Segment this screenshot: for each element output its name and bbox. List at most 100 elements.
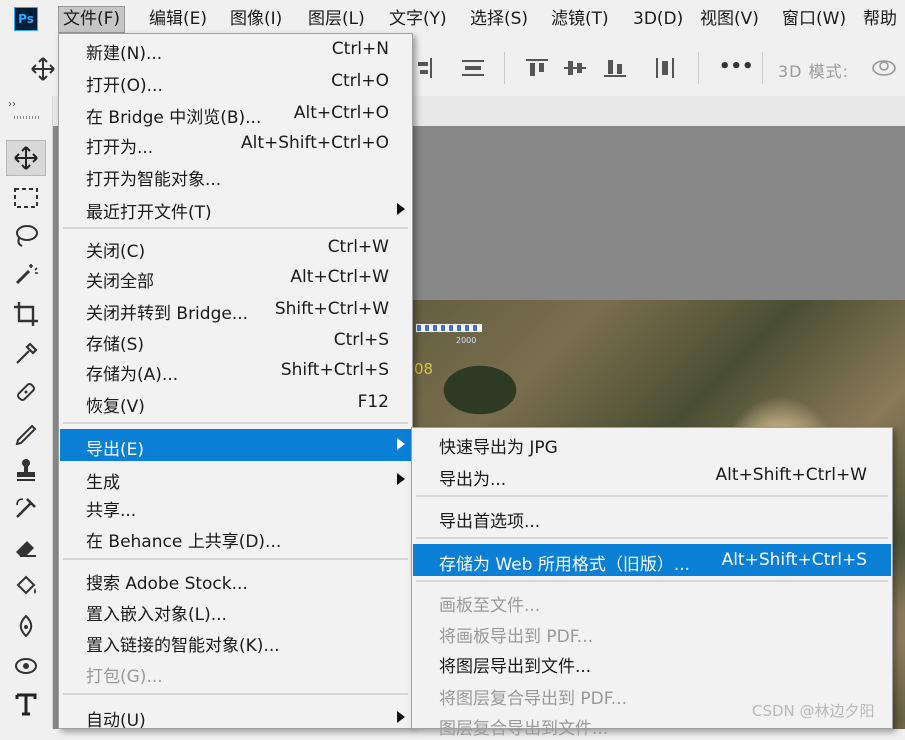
menu-item-label: 存储为 Web 所用格式（旧版）... — [439, 555, 691, 575]
menu-item-label: 导出为... — [439, 470, 507, 490]
marquee-tool[interactable] — [6, 180, 46, 216]
options-separator — [504, 52, 505, 84]
menu-item-label: 导出首选项... — [439, 512, 541, 532]
move-tool-icon[interactable] — [30, 56, 56, 82]
menu-item-label: 快速导出为 JPG — [439, 438, 558, 458]
menu-item-close[interactable]: 关闭(C) Ctrl+W — [60, 233, 411, 263]
menu-item-revert[interactable]: 恢复(V) F12 — [60, 388, 411, 418]
tools-panel: ›› — [0, 96, 53, 729]
menu-file[interactable]: 文件(F) — [58, 6, 126, 33]
menu-image[interactable]: 图像(I) — [230, 8, 282, 32]
crop-tool[interactable] — [6, 296, 46, 332]
menu-item-label: 生成 — [86, 473, 120, 493]
menu-item-label: 打包(G)... — [86, 667, 163, 687]
eraser-tool[interactable] — [6, 530, 46, 566]
menu-item-label: 自动(U) — [86, 711, 146, 731]
distribute-horizontal-icon[interactable] — [652, 58, 678, 78]
menu-view[interactable]: 视图(V) — [700, 8, 759, 32]
eyedropper-tool[interactable] — [6, 336, 46, 372]
menu-item-share-behance[interactable]: 在 Behance 上共享(D)... — [60, 523, 411, 553]
menu-item-browse-bridge[interactable]: 在 Bridge 中浏览(B)... Alt+Ctrl+O — [60, 99, 411, 129]
paint-bucket-tool[interactable] — [6, 568, 46, 604]
menu-separator — [63, 558, 408, 560]
menu-help[interactable]: 帮助 — [863, 8, 897, 32]
more-options-button[interactable]: ••• — [719, 56, 754, 77]
align-right-edges-icon[interactable] — [416, 58, 442, 78]
submenu-item-export-preferences[interactable]: 导出首选项... — [413, 503, 891, 533]
menu-item-automate[interactable]: 自动(U) — [60, 702, 411, 732]
menu-item-export[interactable]: 导出(E) — [60, 429, 411, 461]
menu-item-save-as[interactable]: 存储为(A)... Shift+Ctrl+S — [60, 356, 411, 386]
map-number-label: 08 — [414, 360, 434, 378]
pen-nib-icon — [19, 614, 33, 638]
menu-item-share[interactable]: 共享... — [60, 492, 411, 522]
menu-select[interactable]: 选择(S) — [470, 8, 528, 32]
menu-item-label: 新建(N)... — [86, 44, 163, 64]
magic-wand-icon — [15, 264, 38, 285]
bandage-icon — [17, 383, 35, 401]
menu-item-shortcut: Ctrl+S — [333, 330, 389, 350]
align-bottom-edges-icon[interactable] — [460, 58, 486, 78]
menu-item-open-smart-object[interactable]: 打开为智能对象... — [60, 161, 411, 191]
menu-item-label: 关闭全部 — [86, 272, 154, 292]
menu-item-close-go-bridge[interactable]: 关闭并转到 Bridge... Shift+Ctrl+W — [60, 295, 411, 325]
stamp-icon — [17, 459, 35, 481]
type-tool[interactable] — [6, 686, 46, 722]
submenu-item-artboards-to-files[interactable]: 画板至文件... — [413, 587, 891, 617]
menu-layer[interactable]: 图层(L) — [308, 8, 365, 32]
3d-orbit-icon[interactable] — [870, 56, 900, 80]
menu-item-close-all[interactable]: 关闭全部 Alt+Ctrl+W — [60, 263, 411, 293]
menu-item-label: 在 Bridge 中浏览(B)... — [86, 108, 262, 128]
menu-item-label: 将画板导出到 PDF... — [439, 627, 594, 647]
menu-item-label: 共享... — [86, 501, 137, 521]
brush-tool[interactable] — [6, 414, 46, 450]
menu-item-save[interactable]: 存储(S) Ctrl+S — [60, 326, 411, 356]
menu-item-recent-files[interactable]: 最近打开文件(T) — [60, 194, 411, 224]
menu-item-open[interactable]: 打开(O)... Ctrl+O — [60, 67, 411, 97]
move-tool[interactable] — [6, 140, 46, 176]
menu-item-label: 将图层复合导出到 PDF... — [439, 689, 628, 709]
menu-item-search-adobe-stock[interactable]: 搜索 Adobe Stock... — [60, 565, 411, 595]
menu-filter[interactable]: 滤镜(T) — [551, 8, 609, 32]
collapse-panel-icon[interactable]: ›› — [8, 99, 16, 110]
crop-icon — [14, 302, 38, 326]
menu-item-shortcut: Alt+Shift+Ctrl+W — [715, 465, 867, 485]
menu-item-label: 存储(S) — [86, 335, 145, 355]
submenu-arrow-icon — [397, 711, 405, 723]
menu-type[interactable]: 文字(Y) — [389, 8, 447, 32]
file-menu: 新建(N)... Ctrl+N 打开(O)... Ctrl+O 在 Bridge 中… — [58, 33, 413, 732]
menu-item-place-linked[interactable]: 置入链接的智能对象(K)... — [60, 627, 411, 657]
menu-item-label: 将图层导出到文件... — [439, 657, 592, 677]
smudge-tool[interactable] — [6, 648, 46, 684]
distribute-vertical-centers-icon[interactable] — [562, 58, 588, 78]
clone-stamp-tool[interactable] — [6, 452, 46, 488]
menu-item-open-as[interactable]: 打开为... Alt+Shift+Ctrl+O — [60, 129, 411, 159]
submenu-item-save-for-web[interactable]: 存储为 Web 所用格式（旧版）... Alt+Shift+Ctrl+S — [413, 544, 891, 576]
submenu-item-layers-to-files[interactable]: 将图层导出到文件... — [413, 648, 891, 678]
menu-item-shortcut: Ctrl+O — [331, 71, 389, 91]
menu-item-place-embedded[interactable]: 置入嵌入对象(L)... — [60, 596, 411, 626]
menu-item-label: 画板至文件... — [439, 596, 541, 616]
distribute-top-icon[interactable] — [524, 58, 550, 78]
pen-tool[interactable] — [6, 608, 46, 644]
magic-wand-tool[interactable] — [6, 256, 46, 292]
panel-grip[interactable] — [14, 116, 40, 119]
lasso-tool[interactable] — [6, 218, 46, 254]
menu-item-label: 打开为智能对象... — [86, 170, 222, 190]
export-submenu: 快速导出为 JPG 导出为... Alt+Shift+Ctrl+W 导出首选项..… — [411, 427, 893, 739]
menu-item-shortcut: F12 — [357, 392, 389, 412]
healing-brush-tool[interactable] — [6, 374, 46, 410]
submenu-item-quick-export-jpg[interactable]: 快速导出为 JPG — [413, 429, 891, 459]
menu-item-generate[interactable]: 生成 — [60, 464, 411, 494]
history-brush-tool[interactable] — [6, 490, 46, 526]
move-icon — [14, 146, 38, 170]
menu-item-new[interactable]: 新建(N)... Ctrl+N — [60, 35, 411, 65]
submenu-item-export-as[interactable]: 导出为... Alt+Shift+Ctrl+W — [413, 461, 891, 491]
distribute-bottom-icon[interactable] — [602, 58, 628, 78]
menu-item-package[interactable]: 打包(G)... — [60, 658, 411, 688]
menu-edit[interactable]: 编辑(E) — [149, 8, 207, 32]
submenu-item-artboards-to-pdf[interactable]: 将画板导出到 PDF... — [413, 618, 891, 648]
menu-window[interactable]: 窗口(W) — [782, 8, 846, 32]
menu-3d[interactable]: 3D(D) — [633, 8, 683, 32]
submenu-arrow-icon — [397, 473, 405, 485]
